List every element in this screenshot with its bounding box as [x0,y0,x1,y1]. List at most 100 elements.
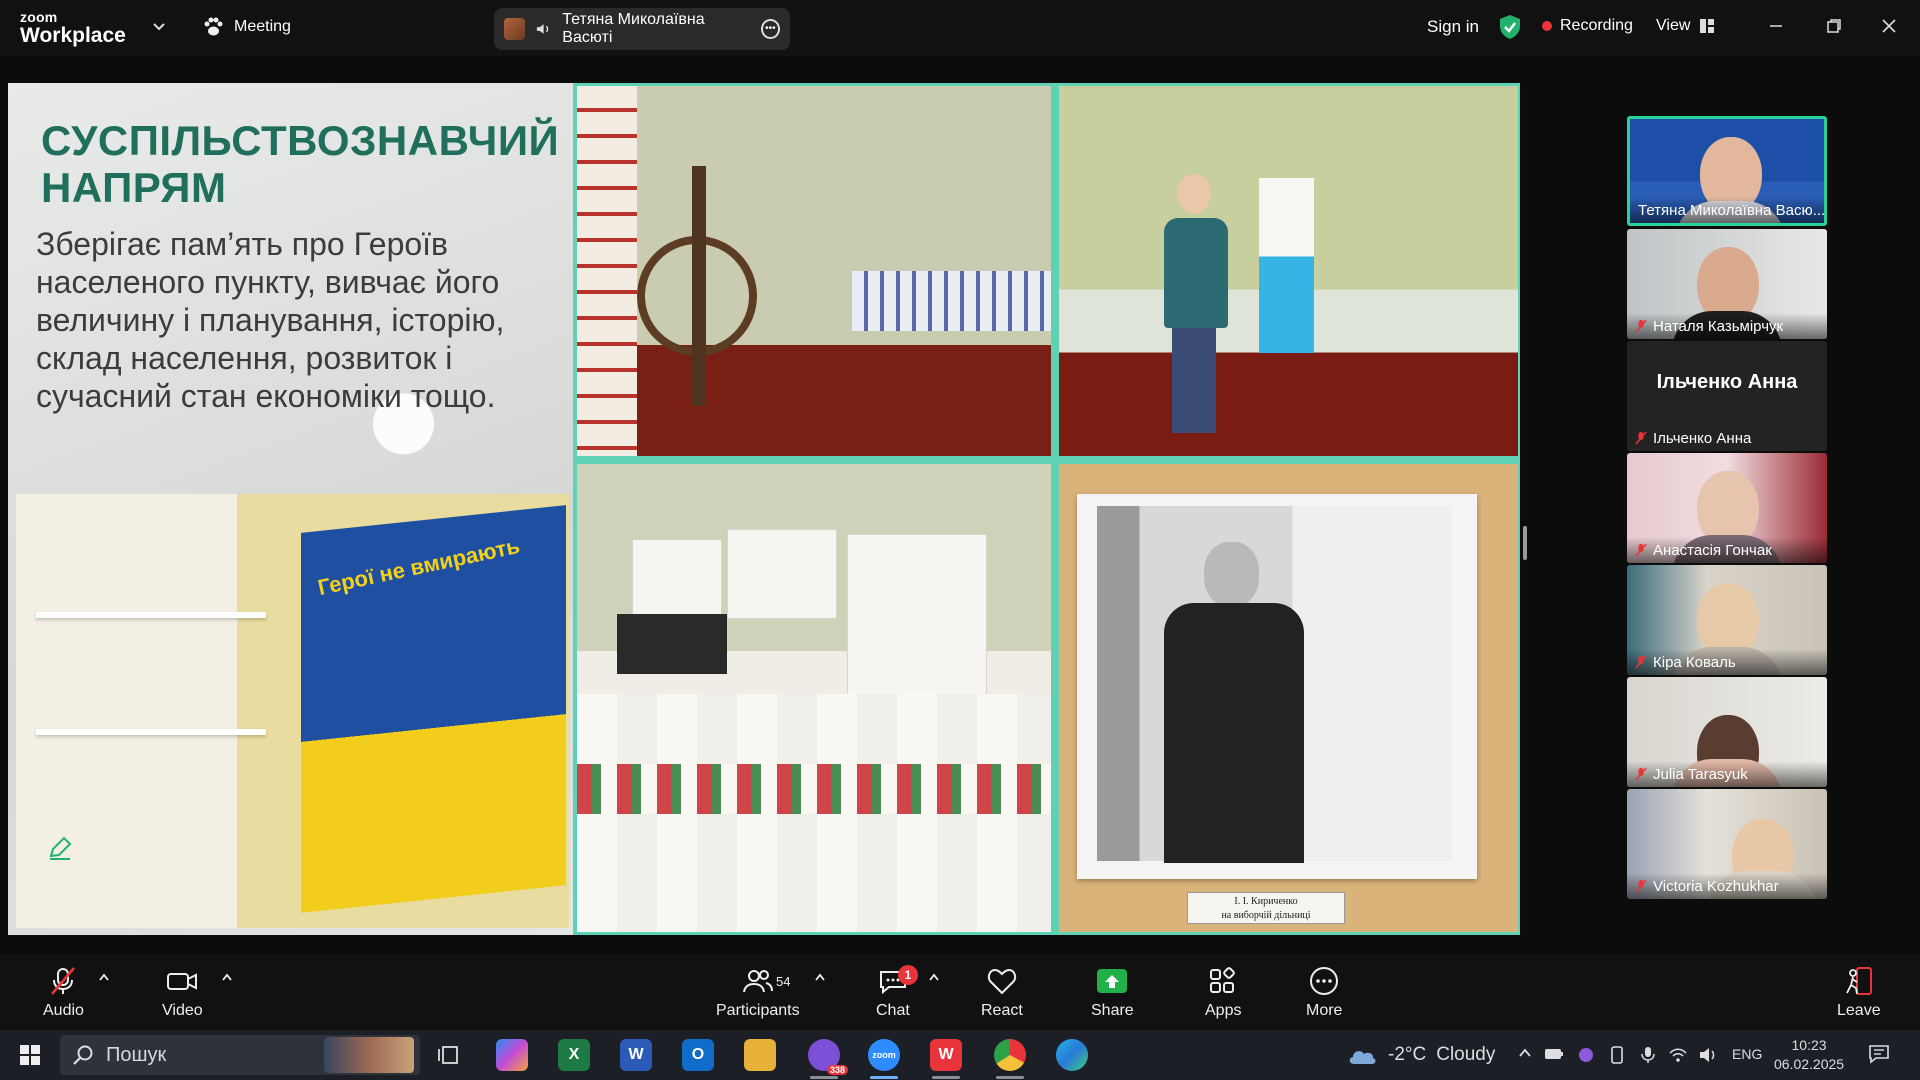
pencil-icon[interactable] [46,834,74,862]
shelf [36,729,266,735]
video-camera-icon [167,973,198,990]
slide-title: СУСПІЛЬСТВОЗНАВЧИЙ НАПРЯМ [41,117,560,211]
share-label: Share [1091,1002,1134,1019]
view-menu-button[interactable]: View [1656,17,1715,35]
muted-mic-icon [1635,431,1647,445]
participant-tile[interactable]: Кіра Коваль [1627,565,1827,675]
sign-in-link[interactable]: Sign in [1427,17,1479,37]
active-speaker-pill[interactable]: Тетяна Миколаївна Васюті ••• [494,8,790,50]
participant-name: Ільченко Анна [1653,429,1752,447]
grid-view-icon [1700,19,1715,33]
chat-unread-badge: 1 [898,965,918,985]
video-label: Video [162,1002,203,1019]
caption-line-2: на виборчій дільниці [1221,910,1311,921]
panel-resize-handle[interactable] [1523,526,1527,560]
more-options-icon[interactable]: ••• [760,19,780,39]
microphone-tray-icon[interactable] [1640,1046,1656,1064]
excel-app-icon[interactable]: X [558,1039,590,1071]
museum-room-photo [1059,86,1518,456]
man-figure [1164,542,1304,863]
wifi-icon[interactable] [1668,1046,1688,1064]
task-view-icon[interactable] [432,1039,466,1071]
apps-button[interactable]: Apps [1205,966,1241,1020]
participant-tile[interactable]: Julia Tarasyuk [1627,677,1827,787]
leave-label: Leave [1837,1002,1881,1019]
weather-widget[interactable]: -2°C Cloudy [1346,1044,1495,1066]
video-button[interactable]: Video [162,966,203,1020]
audio-options-caret-icon[interactable] [98,972,110,982]
close-icon[interactable] [1877,14,1901,38]
restore-icon[interactable] [1822,14,1846,38]
react-label: React [981,1002,1023,1019]
phone-link-icon[interactable] [1608,1046,1626,1064]
spinning-wheel-photo [577,86,1051,456]
participants-icon [742,970,773,993]
volume-icon[interactable] [1698,1046,1718,1064]
title-bar: zoom Workplace Meeting Тетяна Миколаївна… [0,0,1920,56]
view-label: View [1656,17,1691,34]
notifications-icon[interactable] [1868,1043,1890,1065]
weather-temperature: -2°C [1388,1044,1427,1065]
tray-overflow-chevron-icon[interactable] [1518,1046,1532,1060]
participant-tile[interactable]: Анастасія Гончак [1627,453,1827,563]
participant-tile[interactable]: Наталя Казьмірчук [1627,229,1827,339]
input-language[interactable]: ENG [1732,1046,1762,1062]
battery-icon[interactable] [1544,1046,1564,1062]
outlook-app-icon[interactable]: O [682,1039,714,1071]
meeting-label: Meeting [234,18,291,35]
muted-mic-icon [1635,879,1647,893]
chat-options-caret-icon[interactable] [928,972,940,982]
meeting-controls: Audio Video Participants 54 Chat 1 React… [0,954,1920,1030]
shared-slide[interactable]: СУСПІЛЬСТВОЗНАВЧИЙ НАПРЯМ Зберігає пам’я… [8,83,1520,935]
viber-app-icon[interactable]: 338 [808,1039,848,1075]
caption-line-1: І. І. Кириченко [1234,896,1298,907]
zoom-logo: zoom Workplace [20,10,126,46]
zoom-app-icon[interactable]: zoom [868,1039,900,1071]
chrome-app-icon[interactable] [994,1039,1026,1071]
copilot-app-icon[interactable] [496,1039,528,1071]
recording-indicator[interactable]: Recording [1542,17,1633,35]
participant-tile[interactable]: Ільченко Анна Ільченко Анна [1627,341,1827,451]
encryption-shield-icon[interactable] [1498,14,1522,40]
taskbar-clock[interactable]: 10:23 06.02.2025 [1774,1036,1844,1074]
word-app-icon[interactable]: W [620,1039,652,1071]
woman-figure [1164,174,1228,444]
paw-icon [204,17,223,36]
muted-mic-icon [1635,319,1647,333]
cloud-icon [1349,1051,1376,1064]
embroidered-towel [577,86,637,456]
apps-label: Apps [1205,1002,1242,1019]
chevron-down-icon[interactable] [152,20,166,34]
audio-button[interactable]: Audio [43,966,84,1020]
video-options-caret-icon[interactable] [221,972,233,982]
minimize-icon[interactable] [1764,14,1788,38]
windows-start-icon[interactable] [13,1039,47,1071]
participant-tile[interactable]: Victoria Kozhukhar [1627,789,1827,899]
more-button[interactable]: More [1306,966,1342,1020]
meeting-stage: СУСПІЛЬСТВОЗНАВЧИЙ НАПРЯМ Зберігає пам’я… [0,56,1920,981]
table-cloth [852,271,1051,331]
app-running-indicator [996,1076,1024,1079]
participants-options-caret-icon[interactable] [814,972,826,982]
more-label: More [1306,1002,1343,1019]
speaker-avatar [504,18,526,40]
muted-mic-icon [1635,767,1647,781]
participant-name: Кіра Коваль [1653,653,1736,671]
logo-line-2: Workplace [20,24,126,47]
dark-vest [617,614,727,674]
share-button[interactable]: Share [1091,966,1134,1020]
edge-app-icon[interactable] [1056,1039,1088,1071]
participant-tile[interactable]: Тетяна Миколаївна Васю... [1627,116,1827,226]
react-button[interactable]: React [981,966,1023,1020]
viber-tray-icon[interactable] [1576,1046,1596,1064]
more-icon [1310,967,1339,995]
search-icon [73,1045,93,1065]
wps-office-icon[interactable]: W [930,1039,962,1071]
taskbar-search-box[interactable]: Пошук [60,1035,420,1075]
slide-body-text: Зберігає пам’ять про Героїв населеного п… [36,226,505,414]
leave-button[interactable]: Leave [1837,966,1881,1020]
file-explorer-icon[interactable] [744,1039,776,1071]
app-running-indicator [810,1076,838,1079]
meeting-menu-button[interactable]: Meeting [202,16,291,38]
embroidered-cloth [577,764,1051,814]
